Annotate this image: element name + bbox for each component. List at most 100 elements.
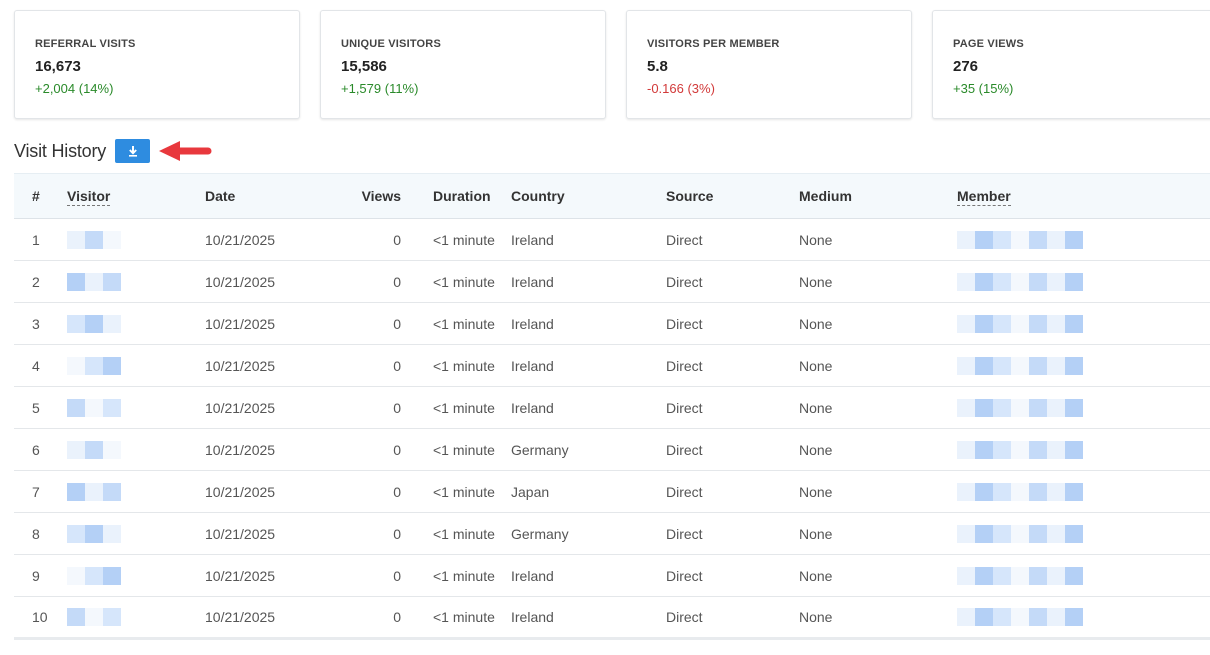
download-button[interactable] — [115, 139, 151, 163]
visit-country: Ireland — [511, 260, 666, 303]
col-header-country[interactable]: Country — [511, 173, 666, 219]
visitor-cell-redacted[interactable] — [67, 344, 205, 387]
col-header-views[interactable]: Views — [315, 173, 401, 219]
member-cell-redacted[interactable] — [953, 596, 1210, 640]
redacted-member — [957, 398, 1210, 417]
table-row[interactable]: 9 10/21/2025 0 <1 minute Ireland Direct None — [14, 554, 1210, 597]
redacted-visitor — [67, 524, 205, 543]
member-cell-redacted[interactable] — [953, 554, 1210, 597]
visit-country: Ireland — [511, 302, 666, 345]
member-cell-redacted[interactable] — [953, 512, 1210, 555]
visit-duration: <1 minute — [401, 428, 511, 471]
visit-source: Direct — [666, 470, 799, 513]
visit-source: Direct — [666, 554, 799, 597]
visitor-cell-redacted[interactable] — [67, 470, 205, 513]
visitor-cell-redacted[interactable] — [67, 596, 205, 640]
stat-change: +2,004 (14%) — [35, 81, 114, 96]
visit-medium: None — [799, 302, 953, 345]
visit-date: 10/21/2025 — [205, 428, 315, 471]
visitor-cell-redacted[interactable] — [67, 218, 205, 261]
table-row[interactable]: 3 10/21/2025 0 <1 minute Ireland Direct None — [14, 302, 1210, 345]
stat-label: UNIQUE VISITORS — [341, 38, 441, 50]
redacted-visitor — [67, 440, 205, 459]
redacted-member — [957, 314, 1210, 333]
visit-medium: None — [799, 344, 953, 387]
visit-source: Direct — [666, 260, 799, 303]
table-row[interactable]: 1 10/21/2025 0 <1 minute Ireland Direct None — [14, 218, 1210, 261]
redacted-member — [957, 440, 1210, 459]
visit-country: Germany — [511, 428, 666, 471]
visit-medium: None — [799, 512, 953, 555]
visit-date: 10/21/2025 — [205, 512, 315, 555]
col-header-member[interactable]: Member — [953, 173, 1210, 219]
stats-cards: REFERRAL VISITS 16,673 +2,004 (14%) UNIQ… — [14, 10, 1210, 119]
col-header-date[interactable]: Date — [205, 173, 315, 219]
col-header-medium[interactable]: Medium — [799, 173, 953, 219]
redacted-member — [957, 566, 1210, 585]
member-cell-redacted[interactable] — [953, 218, 1210, 261]
visitor-cell-redacted[interactable] — [67, 512, 205, 555]
table-header-row: # Visitor Date Views Duration Country So… — [14, 173, 1210, 219]
visit-views: 0 — [315, 218, 401, 261]
redacted-visitor — [67, 482, 205, 501]
visit-source: Direct — [666, 218, 799, 261]
visit-source: Direct — [666, 302, 799, 345]
visit-medium: None — [799, 386, 953, 429]
visit-source: Direct — [666, 596, 799, 640]
member-cell-redacted[interactable] — [953, 428, 1210, 471]
redacted-member — [957, 272, 1210, 291]
redacted-member — [957, 356, 1210, 375]
visitor-cell-redacted[interactable] — [67, 554, 205, 597]
visit-views: 0 — [315, 386, 401, 429]
redacted-member — [957, 608, 1210, 626]
visitor-cell-redacted[interactable] — [67, 428, 205, 471]
visit-source: Direct — [666, 344, 799, 387]
member-cell-redacted[interactable] — [953, 302, 1210, 345]
table-row[interactable]: 5 10/21/2025 0 <1 minute Ireland Direct None — [14, 386, 1210, 429]
visit-duration: <1 minute — [401, 260, 511, 303]
col-header-visitor[interactable]: Visitor — [67, 173, 205, 219]
visit-views: 0 — [315, 512, 401, 555]
col-header-source[interactable]: Source — [666, 173, 799, 219]
visitor-cell-redacted[interactable] — [67, 302, 205, 345]
visit-country: Ireland — [511, 554, 666, 597]
table-row[interactable]: 2 10/21/2025 0 <1 minute Ireland Direct None — [14, 260, 1210, 303]
stat-value: 15,586 — [341, 58, 387, 75]
col-header-number[interactable]: # — [14, 173, 67, 219]
row-number: 7 — [14, 470, 67, 513]
visit-source: Direct — [666, 386, 799, 429]
table-row[interactable]: 6 10/21/2025 0 <1 minute Germany Direct None — [14, 428, 1210, 471]
visitor-cell-redacted[interactable] — [67, 260, 205, 303]
visitor-cell-redacted[interactable] — [67, 386, 205, 429]
section-title: Visit History — [14, 140, 107, 161]
visit-duration: <1 minute — [401, 596, 511, 640]
table-row[interactable]: 8 10/21/2025 0 <1 minute Germany Direct None — [14, 512, 1210, 555]
visit-country: Germany — [511, 512, 666, 555]
visit-views: 0 — [315, 596, 401, 640]
visit-medium: None — [799, 260, 953, 303]
row-number: 9 — [14, 554, 67, 597]
visit-duration: <1 minute — [401, 218, 511, 261]
stat-card-visitors-per-member: VISITORS PER MEMBER 5.8 -0.166 (3%) — [626, 10, 912, 119]
visit-duration: <1 minute — [401, 470, 511, 513]
stat-value: 276 — [953, 58, 979, 75]
member-cell-redacted[interactable] — [953, 386, 1210, 429]
table-row[interactable]: 7 10/21/2025 0 <1 minute Japan Direct None — [14, 470, 1210, 513]
table-row[interactable]: 4 10/21/2025 0 <1 minute Ireland Direct None — [14, 344, 1210, 387]
member-cell-redacted[interactable] — [953, 470, 1210, 513]
visit-views: 0 — [315, 428, 401, 471]
visit-country: Ireland — [511, 386, 666, 429]
download-icon — [128, 146, 137, 157]
visit-country: Japan — [511, 470, 666, 513]
visit-date: 10/21/2025 — [205, 596, 315, 640]
row-number: 1 — [14, 218, 67, 261]
member-cell-redacted[interactable] — [953, 260, 1210, 303]
redacted-member — [957, 230, 1210, 249]
visit-views: 0 — [315, 344, 401, 387]
row-number: 5 — [14, 386, 67, 429]
redacted-visitor — [67, 272, 205, 291]
table-row[interactable]: 10 10/21/2025 0 <1 minute Ireland Direct None — [14, 596, 1210, 640]
member-cell-redacted[interactable] — [953, 344, 1210, 387]
col-header-duration[interactable]: Duration — [401, 173, 511, 219]
visit-views: 0 — [315, 302, 401, 345]
